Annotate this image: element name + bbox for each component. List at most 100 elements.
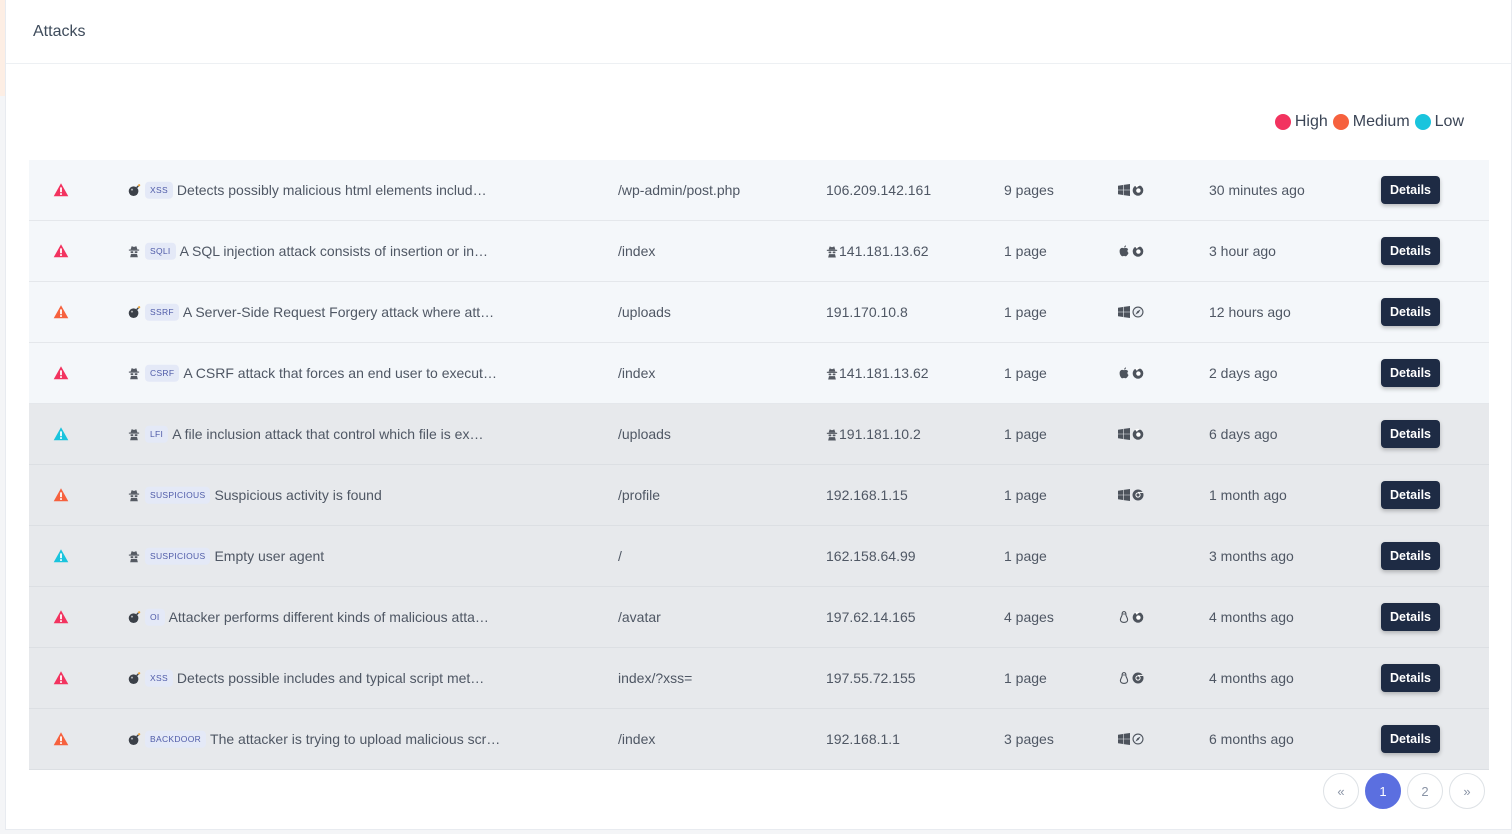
ip-address: 162.158.64.99 — [826, 548, 916, 564]
firefox-icon — [1132, 245, 1144, 257]
details-button[interactable]: Details — [1381, 481, 1440, 509]
details-button[interactable]: Details — [1381, 420, 1440, 448]
attack-description: Detects possible includes and typical sc… — [176, 670, 485, 686]
firefox-icon — [1132, 611, 1144, 623]
table-row[interactable]: LFI A file inclusion attack that control … — [29, 404, 1489, 465]
pages-count: 1 page — [1004, 670, 1047, 686]
attack-time: 4 months ago — [1209, 670, 1294, 686]
client-platform — [1118, 306, 1144, 318]
ip-address-cell: 197.62.14.165 — [826, 609, 916, 625]
attack-description: A SQL injection attack consists of inser… — [179, 243, 488, 259]
attack-tag: XSS — [145, 181, 173, 199]
details-button[interactable]: Details — [1381, 725, 1440, 753]
apple-icon — [1118, 245, 1130, 257]
attacks-card: Attacks High Medium Low XSS Detects possibl… — [5, 0, 1512, 830]
spy-icon — [128, 245, 141, 258]
request-path: /index — [618, 365, 656, 381]
legend-item-high: High — [1274, 113, 1328, 131]
bomb-icon — [128, 732, 141, 746]
medium-severity-warning-icon — [53, 487, 69, 503]
attack-description: Empty user agent — [214, 548, 325, 564]
pagination-next-button[interactable]: » — [1449, 773, 1485, 809]
request-path: /index — [618, 243, 656, 259]
ip-address-cell: 191.170.10.8 — [826, 304, 908, 320]
table-row[interactable]: XSS Detects possibly malicious html eleme… — [29, 160, 1489, 221]
table-row[interactable]: BACKDOOR The attacker is trying to upload… — [29, 709, 1489, 770]
pages-count: 4 pages — [1004, 609, 1054, 625]
page: Attacks High Medium Low XSS Detects possibl… — [0, 0, 1512, 834]
details-button[interactable]: Details — [1381, 298, 1440, 326]
ip-address: 197.55.72.155 — [826, 670, 916, 686]
severity-legend: High Medium Low — [1273, 113, 1464, 131]
high-severity-warning-icon — [53, 670, 69, 686]
legend-label: Medium — [1352, 113, 1410, 130]
bomb-icon — [128, 610, 141, 624]
safari-icon — [1132, 306, 1144, 318]
ip-address: 191.170.10.8 — [826, 304, 908, 320]
table-row[interactable]: SSRF A Server-Side Request Forgery attack… — [29, 282, 1489, 343]
ip-address-cell: 162.158.64.99 — [826, 548, 916, 564]
pages-count: 1 page — [1004, 243, 1047, 259]
attack-type-cell: SUSPICIOUS Empty user agent — [128, 547, 325, 565]
attack-time: 30 minutes ago — [1209, 182, 1305, 198]
spy-icon — [128, 428, 141, 441]
table-row[interactable]: SUSPICIOUS Suspicious activity is found/p… — [29, 465, 1489, 526]
attack-time: 12 hours ago — [1209, 304, 1291, 320]
attack-description: A Server-Side Request Forgery attack whe… — [182, 304, 495, 320]
details-button[interactable]: Details — [1381, 237, 1440, 265]
attack-time: 2 days ago — [1209, 365, 1278, 381]
attack-type-cell: SUSPICIOUS Suspicious activity is found — [128, 486, 382, 504]
attack-time: 3 months ago — [1209, 548, 1294, 564]
pagination-prev-button[interactable]: « — [1323, 773, 1359, 809]
bomb-icon — [128, 671, 141, 685]
card-header: Attacks — [6, 0, 1511, 64]
attack-type-cell: OI Attacker performs different kinds of m… — [128, 608, 489, 626]
attack-tag: SUSPICIOUS — [145, 486, 211, 504]
request-path: /wp-admin/post.php — [618, 182, 741, 198]
pages-count: 1 page — [1004, 365, 1047, 381]
details-button[interactable]: Details — [1381, 542, 1440, 570]
client-platform — [1118, 611, 1144, 623]
details-button[interactable]: Details — [1381, 176, 1440, 204]
spy-icon — [826, 245, 838, 258]
ip-address: 191.181.10.2 — [839, 426, 921, 442]
request-path: /uploads — [618, 426, 671, 442]
attack-type-cell: XSS Detects possibly malicious html eleme… — [128, 181, 487, 199]
pagination-page-1[interactable]: 1 — [1365, 773, 1401, 809]
ip-address-cell: 106.209.142.161 — [826, 182, 931, 198]
attack-time: 1 month ago — [1209, 487, 1287, 503]
pages-count: 9 pages — [1004, 182, 1054, 198]
client-platform — [1118, 367, 1144, 379]
ip-address-cell: 141.181.13.62 — [826, 243, 929, 259]
spy-icon — [826, 428, 838, 441]
client-platform — [1118, 245, 1144, 257]
attack-tag: SUSPICIOUS — [145, 547, 211, 565]
attack-time: 6 days ago — [1209, 426, 1278, 442]
table-row[interactable]: SUSPICIOUS Empty user agent / 162.158.64.99… — [29, 526, 1489, 587]
windows-icon — [1118, 733, 1130, 745]
details-button[interactable]: Details — [1381, 603, 1440, 631]
attack-description: The attacker is trying to upload malicio… — [210, 731, 501, 747]
firefox-icon — [1132, 367, 1144, 379]
attack-description: Attacker performs different kinds of mal… — [168, 609, 489, 625]
table-row[interactable]: XSS Detects possible includes and typical… — [29, 648, 1489, 709]
table-row[interactable]: OI Attacker performs different kinds of m… — [29, 587, 1489, 648]
attack-tag: XSS — [145, 669, 173, 687]
linux-icon — [1118, 611, 1130, 623]
details-button[interactable]: Details — [1381, 359, 1440, 387]
pages-count: 1 page — [1004, 426, 1047, 442]
details-button[interactable]: Details — [1381, 664, 1440, 692]
attack-tag: SSRF — [145, 303, 179, 321]
request-path: index/?xss= — [618, 670, 693, 686]
legend-label: High — [1294, 113, 1328, 130]
linux-icon — [1118, 672, 1130, 684]
high-severity-warning-icon — [53, 609, 69, 625]
table-row[interactable]: CSRF A CSRF attack that forces an end use… — [29, 343, 1489, 404]
attack-type-cell: BACKDOOR The attacker is trying to upload… — [128, 730, 501, 748]
ip-address: 192.168.1.1 — [826, 731, 900, 747]
windows-icon — [1118, 184, 1130, 196]
legend-dot-icon — [1414, 114, 1431, 130]
pagination-page-2[interactable]: 2 — [1407, 773, 1443, 809]
spy-icon — [128, 489, 141, 502]
table-row[interactable]: SQLI A SQL injection attack consists of i… — [29, 221, 1489, 282]
